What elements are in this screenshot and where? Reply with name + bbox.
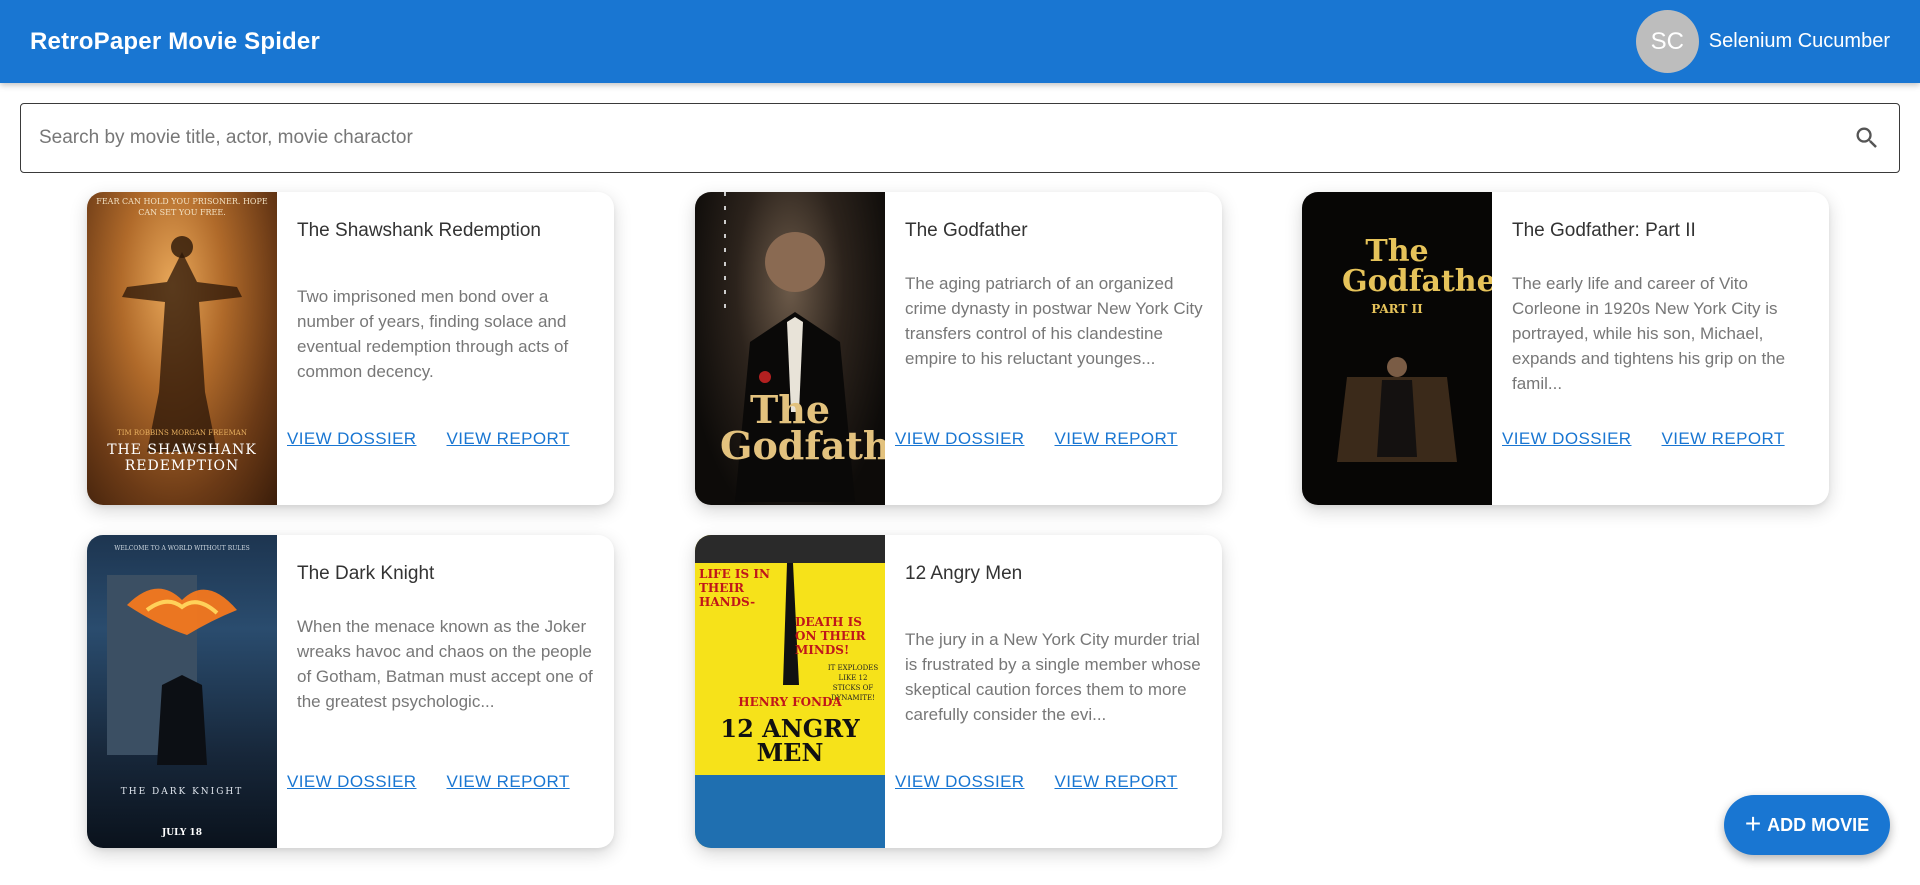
movie-poster: The Godfather PART II [1302, 192, 1492, 505]
add-movie-button[interactable]: + ADD MOVIE [1724, 795, 1890, 855]
poster-logo: 12 ANGRY MEN [720, 714, 860, 767]
app-bar: RetroPaper Movie Spider SC Selenium Cucu… [0, 0, 1920, 83]
poster-date: JULY 18 [162, 828, 202, 838]
movie-title: The Dark Knight [297, 563, 435, 584]
card-actions: VIEW DOSSIER VIEW REPORT [287, 772, 570, 792]
poster-logo: THE SHAWSHANK REDEMPTION [107, 442, 257, 474]
search-box [20, 103, 1900, 173]
view-dossier-button[interactable]: VIEW DOSSIER [895, 772, 1025, 792]
card-actions: VIEW DOSSIER VIEW REPORT [895, 429, 1178, 449]
movie-card: The Godfather PART II The Godfather: Par… [1302, 192, 1829, 505]
movie-description: Two imprisoned men bond over a number of… [297, 287, 569, 381]
view-dossier-button[interactable]: VIEW DOSSIER [287, 429, 417, 449]
plus-icon: + [1744, 807, 1762, 839]
poster-tagline-left: LIFE IS IN THEIR HANDS- [699, 567, 770, 609]
movie-poster: FEAR CAN HOLD YOU PRISONER. HOPE CAN SET… [87, 192, 277, 505]
movie-description: The jury in a New York City murder trial… [905, 630, 1201, 724]
poster-credits: TIM ROBBINS MORGAN FREEMAN [117, 429, 247, 437]
app-title: RetroPaper Movie Spider [30, 27, 321, 55]
movie-description: When the menace known as the Joker wreak… [297, 617, 593, 711]
movie-card: LIFE IS IN THEIR HANDS- DEATH IS ON THEI… [695, 535, 1222, 848]
card-actions: VIEW DOSSIER VIEW REPORT [1502, 429, 1785, 449]
add-movie-label: ADD MOVIE [1767, 814, 1870, 835]
poster-logo: THE DARK KNIGHT [120, 787, 244, 797]
movie-poster: LIFE IS IN THEIR HANDS- DEATH IS ON THEI… [695, 535, 885, 848]
search-icon[interactable] [1853, 124, 1881, 152]
movie-poster: The Godfather [695, 192, 885, 505]
movie-title: The Godfather [905, 220, 1028, 241]
card-actions: VIEW DOSSIER VIEW REPORT [895, 772, 1178, 792]
view-report-button[interactable]: VIEW REPORT [447, 772, 570, 792]
poster-actor: HENRY FONDA [738, 695, 842, 709]
view-dossier-button[interactable]: VIEW DOSSIER [1502, 429, 1632, 449]
movie-card-body: The Godfather The aging patriarch of an … [885, 192, 1222, 505]
poster-tagline-right: DEATH IS ON THEIR MINDS! [795, 615, 866, 657]
avatar[interactable]: SC [1635, 10, 1699, 73]
card-actions: VIEW DOSSIER VIEW REPORT [287, 429, 570, 449]
poster-logo: The Godfather [720, 387, 885, 468]
movie-card-body: The Shawshank Redemption Two imprisoned … [277, 192, 614, 505]
user-menu[interactable]: SC Selenium Cucumber [1635, 10, 1890, 73]
movie-description: The aging patriarch of an organized crim… [905, 274, 1203, 368]
view-report-button[interactable]: VIEW REPORT [1055, 429, 1178, 449]
view-report-button[interactable]: VIEW REPORT [1662, 429, 1785, 449]
movie-description: The early life and career of Vito Corleo… [1512, 274, 1786, 393]
view-report-button[interactable]: VIEW REPORT [447, 429, 570, 449]
movie-title: 12 Angry Men [905, 563, 1023, 584]
view-report-button[interactable]: VIEW REPORT [1055, 772, 1178, 792]
movie-card: FEAR CAN HOLD YOU PRISONER. HOPE CAN SET… [87, 192, 614, 505]
view-dossier-button[interactable]: VIEW DOSSIER [287, 772, 417, 792]
movie-card: The Godfather The Godfather The aging pa… [695, 192, 1222, 505]
movie-card: WELCOME TO A WORLD WITHOUT RULES THE DAR… [87, 535, 614, 848]
movie-card-body: The Godfather: Part II The early life an… [1492, 192, 1829, 505]
movie-title: The Shawshank Redemption [297, 220, 541, 241]
view-dossier-button[interactable]: VIEW DOSSIER [895, 429, 1025, 449]
movie-card-body: 12 Angry Men The jury in a New York City… [885, 535, 1222, 848]
user-name[interactable]: Selenium Cucumber [1709, 30, 1890, 53]
movie-card-body: The Dark Knight When the menace known as… [277, 535, 614, 848]
movie-title: The Godfather: Part II [1512, 220, 1696, 241]
search-input[interactable] [39, 127, 1853, 149]
movie-poster: WELCOME TO A WORLD WITHOUT RULES THE DAR… [87, 535, 277, 848]
